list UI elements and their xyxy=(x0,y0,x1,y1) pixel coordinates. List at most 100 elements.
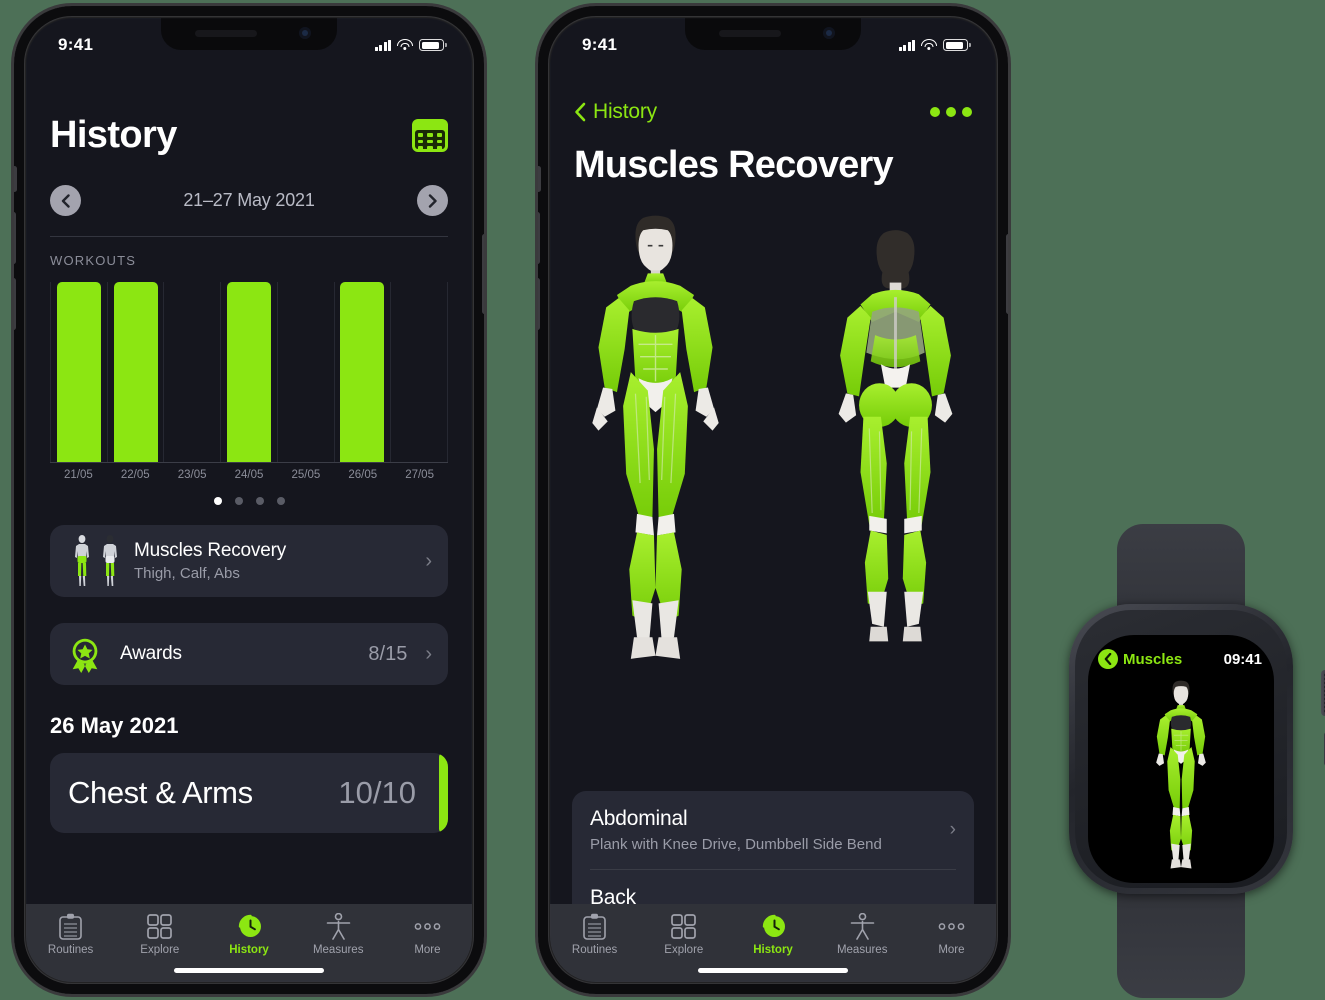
chart-column xyxy=(108,282,165,462)
tab-measures[interactable]: Measures xyxy=(294,912,383,956)
body-figures xyxy=(550,208,996,708)
page-dots[interactable] xyxy=(50,497,448,505)
tab-history[interactable]: History xyxy=(204,912,293,956)
chart-column xyxy=(391,282,449,462)
workout-name: Chest & Arms xyxy=(68,775,253,810)
more-horizontal-icon[interactable] xyxy=(930,107,972,117)
more-dots-icon xyxy=(414,912,441,940)
watch-back-button[interactable]: Muscles xyxy=(1098,649,1182,669)
volume-up-button[interactable] xyxy=(14,212,16,264)
mini-front-figure xyxy=(75,535,89,586)
wifi-icon xyxy=(921,39,937,51)
tab-more[interactable]: More xyxy=(907,912,996,956)
chart-column xyxy=(278,282,335,462)
chart-bar[interactable] xyxy=(113,282,158,462)
muscle-group-title: Abdominal xyxy=(590,807,688,831)
tab-history[interactable]: History xyxy=(728,912,817,956)
awards-row[interactable]: Awards 8/15 › xyxy=(50,623,448,685)
home-indicator[interactable] xyxy=(174,968,324,973)
watch-time: 09:41 xyxy=(1223,650,1262,668)
muscles-recovery-title: Muscles Recovery xyxy=(134,540,287,561)
week-range-label: 21–27 May 2021 xyxy=(183,190,315,210)
chart-bar[interactable] xyxy=(227,282,272,462)
notch xyxy=(161,18,337,50)
chevron-right-icon: › xyxy=(425,549,432,572)
silent-switch[interactable] xyxy=(538,166,541,192)
front-body-figure[interactable] xyxy=(1129,679,1233,875)
more-dots-icon xyxy=(938,912,965,940)
tab-more[interactable]: More xyxy=(383,912,472,956)
watch-back-label: Muscles xyxy=(1123,650,1183,668)
volume-up-button[interactable] xyxy=(538,212,540,264)
nav-bar: History xyxy=(550,98,996,126)
tab-label: History xyxy=(753,944,793,956)
cellular-signal-icon xyxy=(898,39,915,51)
chart-column xyxy=(335,282,392,462)
chart-axis xyxy=(50,462,448,463)
muscles-recovery-content: History Muscles Recovery Abdominal Plank… xyxy=(550,18,996,982)
muscles-recovery-row[interactable]: Muscles Recovery Thigh, Calf, Abs › xyxy=(50,525,448,597)
list-item[interactable]: Abdominal Plank with Knee Drive, Dumbbel… xyxy=(590,791,956,869)
clipboard-icon xyxy=(58,912,83,940)
chevron-left-icon xyxy=(575,102,586,122)
page-title: Muscles Recovery xyxy=(574,144,894,186)
tab-explore[interactable]: Explore xyxy=(115,912,204,956)
back-label: History xyxy=(593,100,657,123)
prev-week-button[interactable] xyxy=(50,185,81,216)
chart-bar[interactable] xyxy=(340,282,385,462)
clock-history-icon xyxy=(760,912,787,940)
tab-routines[interactable]: Routines xyxy=(550,912,639,956)
clock-history-icon xyxy=(236,912,263,940)
award-rosette-icon xyxy=(72,638,98,673)
page-dot-4[interactable] xyxy=(276,497,285,505)
phone1-screen: 9:41 History 21–27 May 2021 WORKOUTS 21/… xyxy=(26,18,472,982)
iphone-muscles-recovery-screen: 9:41 History Muscles Recovery Abdominal … xyxy=(538,6,1008,994)
muscle-group-exercises: Plank with Knee Drive, Dumbbell Side Ben… xyxy=(590,836,882,854)
body-figures-icon xyxy=(66,533,126,589)
watch-screen: Muscles 09:41 xyxy=(1088,635,1274,883)
workouts-bar-chart xyxy=(50,282,449,462)
workout-card[interactable]: Chest & Arms 10/10 xyxy=(50,753,448,833)
week-selector: 21–27 May 2021 xyxy=(50,185,448,216)
silent-switch[interactable] xyxy=(14,166,17,192)
back-body-figure[interactable] xyxy=(808,208,983,678)
workout-accent-bar xyxy=(439,753,448,833)
chart-x-label: 25/05 xyxy=(291,469,321,481)
phone2-screen: 9:41 History Muscles Recovery Abdominal … xyxy=(550,18,996,982)
front-body-figure[interactable] xyxy=(563,208,748,678)
awards-value: 8/15 xyxy=(368,642,408,665)
volume-down-button[interactable] xyxy=(14,278,16,330)
chart-x-label: 24/05 xyxy=(234,469,264,481)
chart-bar[interactable] xyxy=(56,282,101,462)
tab-explore[interactable]: Explore xyxy=(639,912,728,956)
chart-column xyxy=(50,282,108,462)
tab-label: Explore xyxy=(140,944,180,956)
workout-value: 10/10 xyxy=(338,775,416,810)
power-button[interactable] xyxy=(482,234,484,314)
power-button[interactable] xyxy=(1006,234,1008,314)
chart-x-label: 21/05 xyxy=(64,469,93,481)
battery-icon xyxy=(943,39,971,51)
tab-label: Routines xyxy=(47,944,94,956)
chart-column xyxy=(221,282,278,462)
chart-x-label: 26/05 xyxy=(348,469,378,481)
wifi-icon xyxy=(397,39,413,51)
digital-crown[interactable] xyxy=(1321,670,1325,716)
next-week-button[interactable] xyxy=(417,185,448,216)
grid-icon xyxy=(147,912,173,940)
cellular-signal-icon xyxy=(374,39,391,51)
calendar-icon[interactable] xyxy=(412,119,448,152)
front-camera-icon xyxy=(823,27,835,39)
back-to-history-button[interactable]: History xyxy=(574,100,657,124)
tab-measures[interactable]: Measures xyxy=(818,912,907,956)
chart-column xyxy=(164,282,222,462)
page-dot-2[interactable] xyxy=(234,497,243,505)
home-indicator[interactable] xyxy=(698,968,848,973)
page-dot-3[interactable] xyxy=(255,497,264,505)
clipboard-icon xyxy=(582,912,607,940)
page-dot-1[interactable] xyxy=(213,497,222,505)
volume-down-button[interactable] xyxy=(538,278,540,330)
chart-x-label: 23/05 xyxy=(177,469,207,481)
iphone-history-screen: 9:41 History 21–27 May 2021 WORKOUTS 21/… xyxy=(14,6,484,994)
tab-routines[interactable]: Routines xyxy=(26,912,115,956)
